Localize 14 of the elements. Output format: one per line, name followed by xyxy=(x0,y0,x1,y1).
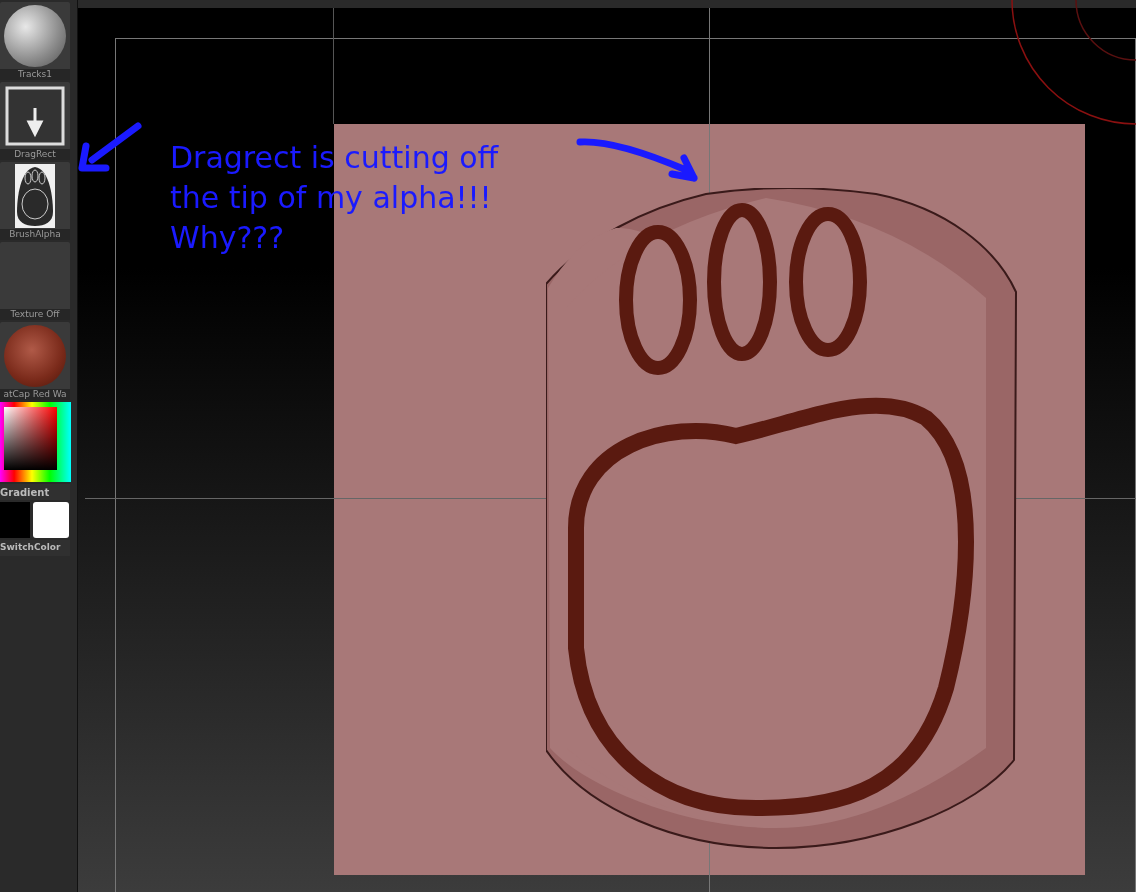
gradient-button[interactable]: Gradient xyxy=(0,484,70,500)
secondary-color-swatch[interactable] xyxy=(33,502,69,538)
primary-color-swatch[interactable] xyxy=(0,502,30,538)
paw-alpha-icon xyxy=(15,163,55,228)
sidebar-tool-button[interactable]: DragRect xyxy=(0,82,70,160)
switch-color-button[interactable]: SwitchColor xyxy=(0,540,70,556)
sidebar-tool-button[interactable]: Texture Off xyxy=(0,242,70,320)
arrow-drawing xyxy=(78,122,142,174)
sidebar-tool-button[interactable]: atCap Red Wa xyxy=(0,322,70,400)
annotation-text: Dragrect is cutting off xyxy=(170,139,499,177)
annotation-text: Why??? xyxy=(170,219,286,257)
sidebar-tool-button[interactable]: BrushAlpha xyxy=(0,162,70,240)
sidebar-tool-button[interactable]: Tracks1 xyxy=(0,2,70,80)
color-picker[interactable] xyxy=(0,402,71,482)
